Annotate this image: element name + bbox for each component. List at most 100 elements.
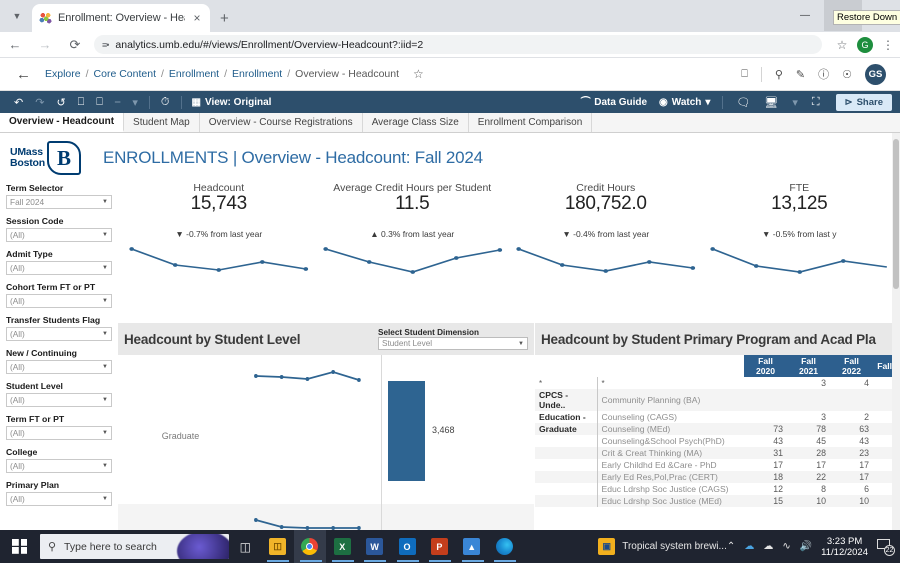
page-scrollbar[interactable] bbox=[892, 133, 900, 530]
taskbar-news-widget[interactable]: ▣ Tropical system brewi... bbox=[598, 538, 727, 555]
taskbar-app-file-explorer[interactable]: ◫ bbox=[261, 530, 293, 563]
view-chip-icon[interactable]: ⎯ bbox=[109, 96, 127, 109]
cell: 6 bbox=[864, 484, 869, 494]
table-row[interactable]: CPCS - Unde.. Community Planning (BA) bbox=[535, 389, 900, 411]
nav-back-icon[interactable]: ← bbox=[16, 66, 31, 83]
kpi-credit-hours[interactable]: Credit Hours 180,752.0 ▼ -0.4% from last… bbox=[509, 179, 703, 289]
breadcrumb-enrollment-project[interactable]: Enrollment bbox=[169, 68, 219, 80]
filter-dropdown[interactable]: (All) ▼ bbox=[6, 393, 112, 407]
taskbar-clock[interactable]: 3:23 PM 11/12/2024 bbox=[821, 536, 868, 558]
tab-search-chevron-down-icon[interactable]: ▼ bbox=[4, 3, 30, 29]
table-row[interactable]: Crit & Creat Thinking (MA) 31 28 23 24 bbox=[535, 447, 900, 459]
onedrive-cloud-icon[interactable]: ☁ bbox=[744, 541, 754, 552]
site-settings-icon[interactable]: ≡• bbox=[102, 40, 109, 50]
table-row[interactable]: Educ Ldrshp Soc Justice (CAGS) 12 8 6 5 bbox=[535, 483, 900, 495]
filter-dropdown[interactable]: (All) ▼ bbox=[6, 426, 112, 440]
table-row[interactable]: Early Ed Res,Pol,Prac (CERT) 18 22 17 12 bbox=[535, 471, 900, 483]
kpi-fte[interactable]: FTE 13,125 ▼ -0.5% from last y bbox=[703, 179, 897, 289]
help-icon[interactable]: ⓘ bbox=[818, 66, 829, 82]
data-source-icon[interactable]: ⎕ bbox=[741, 68, 748, 81]
search-icon[interactable]: ⚲ bbox=[775, 68, 783, 81]
device-layout-icon[interactable]: 🖥 bbox=[758, 96, 784, 109]
start-button[interactable] bbox=[0, 530, 40, 563]
redo-icon[interactable]: ↷ bbox=[29, 96, 50, 109]
kpi-average-credit-hours-per-student[interactable]: Average Credit Hours per Student 11.5 ▲ … bbox=[316, 179, 510, 289]
filter-dropdown[interactable]: (All) ▼ bbox=[6, 459, 112, 473]
column-header-fall-2021[interactable]: Fall 2021 bbox=[787, 355, 830, 377]
bookmark-star-icon[interactable]: ☆ bbox=[830, 33, 854, 57]
filter-dropdown[interactable]: (All) ▼ bbox=[6, 261, 112, 275]
breadcrumb-core-content[interactable]: Core Content bbox=[94, 68, 156, 80]
bar-graduate[interactable] bbox=[388, 381, 425, 481]
tab-enrollment-comparison[interactable]: Enrollment Comparison bbox=[469, 113, 593, 132]
watch-button[interactable]: ◉ Watch ▾ bbox=[654, 97, 715, 108]
tray-chevron-up-icon[interactable]: ⌃ bbox=[727, 541, 735, 552]
network-wifi-icon[interactable]: ∿ bbox=[782, 541, 790, 552]
share-button[interactable]: ⊳ Share bbox=[835, 93, 892, 111]
filter-dropdown[interactable]: (All) ▼ bbox=[6, 492, 112, 506]
dimension-dropdown[interactable]: Student Level ▼ bbox=[378, 337, 528, 350]
table-row[interactable]: Early Childhd Ed &Care - PhD 17 17 17 18 bbox=[535, 459, 900, 471]
comment-icon[interactable]: 🗨 bbox=[730, 96, 756, 109]
table-row[interactable]: * * 3 4 3 bbox=[535, 377, 900, 389]
tab-student-map[interactable]: Student Map bbox=[124, 113, 200, 132]
pause-updates-icon[interactable]: ⎕ bbox=[90, 96, 109, 109]
filter-dropdown[interactable]: (All) ▼ bbox=[6, 327, 112, 341]
column-header-fall-2022[interactable]: Fall 2022 bbox=[830, 355, 873, 377]
revert-icon[interactable]: ↺ bbox=[50, 96, 71, 109]
filter-dropdown[interactable]: (All) ▼ bbox=[6, 360, 112, 374]
view-caret-icon[interactable]: ▾ bbox=[126, 96, 144, 109]
fullscreen-icon[interactable]: ⛶ bbox=[806, 96, 826, 109]
onedrive-icon[interactable]: ☁ bbox=[763, 541, 773, 552]
forward-icon[interactable]: → bbox=[30, 32, 60, 58]
reload-icon[interactable]: ⟳ bbox=[60, 32, 90, 58]
chrome-menu-icon[interactable]: ⋮ bbox=[876, 33, 900, 57]
table-row[interactable]: Education - Counseling (CAGS) 3 2 2 bbox=[535, 411, 900, 423]
tab-overview-course-registrations[interactable]: Overview - Course Registrations bbox=[200, 113, 363, 132]
undo-icon[interactable]: ↶ bbox=[8, 96, 29, 109]
data-guide-button[interactable]: ⏜ Data Guide bbox=[576, 97, 652, 108]
tab-average-class-size[interactable]: Average Class Size bbox=[363, 113, 469, 132]
scrollbar-thumb[interactable] bbox=[893, 139, 899, 289]
taskbar-app-microsoft-outlook[interactable]: O bbox=[391, 530, 423, 563]
address-bar[interactable]: ≡• analytics.umb.edu/#/views/Enrollment/… bbox=[94, 35, 822, 54]
browser-tab[interactable]: Enrollment: Overview - Headco × bbox=[32, 4, 210, 32]
taskbar-app-google-chrome[interactable] bbox=[293, 530, 327, 563]
level-row[interactable] bbox=[118, 504, 534, 530]
level-row[interactable] bbox=[118, 355, 534, 367]
note-icon[interactable]: ✎ bbox=[796, 68, 805, 81]
taskbar-app-microsoft-word[interactable]: W bbox=[358, 530, 390, 563]
bell-icon[interactable]: ☉ bbox=[842, 68, 852, 81]
taskbar-app-microsoft-excel[interactable]: X bbox=[326, 530, 358, 563]
task-view-button[interactable]: ◫ bbox=[229, 530, 261, 563]
taskbar-search-input[interactable]: ⚲ Type here to search bbox=[39, 534, 230, 559]
tab-close-icon[interactable]: × bbox=[191, 11, 203, 25]
back-icon[interactable]: ← bbox=[0, 32, 30, 58]
user-avatar[interactable]: GS bbox=[865, 63, 886, 85]
taskbar-app-microsoft-powerpoint[interactable]: P bbox=[423, 530, 455, 563]
device-caret-icon[interactable]: ▾ bbox=[786, 96, 804, 109]
column-header-fall-2020[interactable]: Fall 2020 bbox=[744, 355, 787, 377]
filter-dropdown[interactable]: Fall 2024 ▼ bbox=[6, 195, 112, 209]
breadcrumb-enrollment-workbook[interactable]: Enrollment bbox=[232, 68, 282, 80]
table-row[interactable]: Counseling&School Psych(PhD) 43 45 43 41 bbox=[535, 435, 900, 447]
profile-avatar[interactable]: G bbox=[857, 36, 873, 53]
kpi-headcount[interactable]: Headcount 15,743 ▼ -0.7% from last year bbox=[122, 179, 316, 289]
breadcrumb-explore[interactable]: Explore bbox=[45, 68, 81, 80]
filter-dropdown[interactable]: (All) ▼ bbox=[6, 228, 112, 242]
view-original-button[interactable]: ▦ View: Original bbox=[187, 97, 277, 108]
filter-dropdown[interactable]: (All) ▼ bbox=[6, 294, 112, 308]
taskbar-app-photos[interactable]: ▲ bbox=[456, 530, 488, 563]
tab-overview-headcount[interactable]: Overview - Headcount bbox=[0, 113, 125, 132]
notification-center-button[interactable]: 22 bbox=[877, 539, 895, 556]
new-tab-button[interactable]: + bbox=[220, 10, 229, 27]
favorite-star-icon[interactable]: ☆ bbox=[413, 67, 424, 81]
alerts-icon[interactable]: ⏱ bbox=[155, 96, 176, 109]
taskbar-app-microsoft-edge[interactable] bbox=[488, 530, 520, 563]
volume-icon[interactable]: 🔊 bbox=[800, 541, 812, 552]
table-row[interactable]: Graduate Counseling (MEd) 73 78 63 67 bbox=[535, 423, 900, 435]
level-row[interactable]: Graduate 3,468 bbox=[118, 367, 534, 504]
refresh-data-icon[interactable]: ⎕ bbox=[72, 96, 91, 109]
minimize-button[interactable]: — bbox=[786, 0, 824, 31]
table-row[interactable]: Educ Ldrshp Soc Justice (MEd) 15 10 10 7 bbox=[535, 495, 900, 507]
